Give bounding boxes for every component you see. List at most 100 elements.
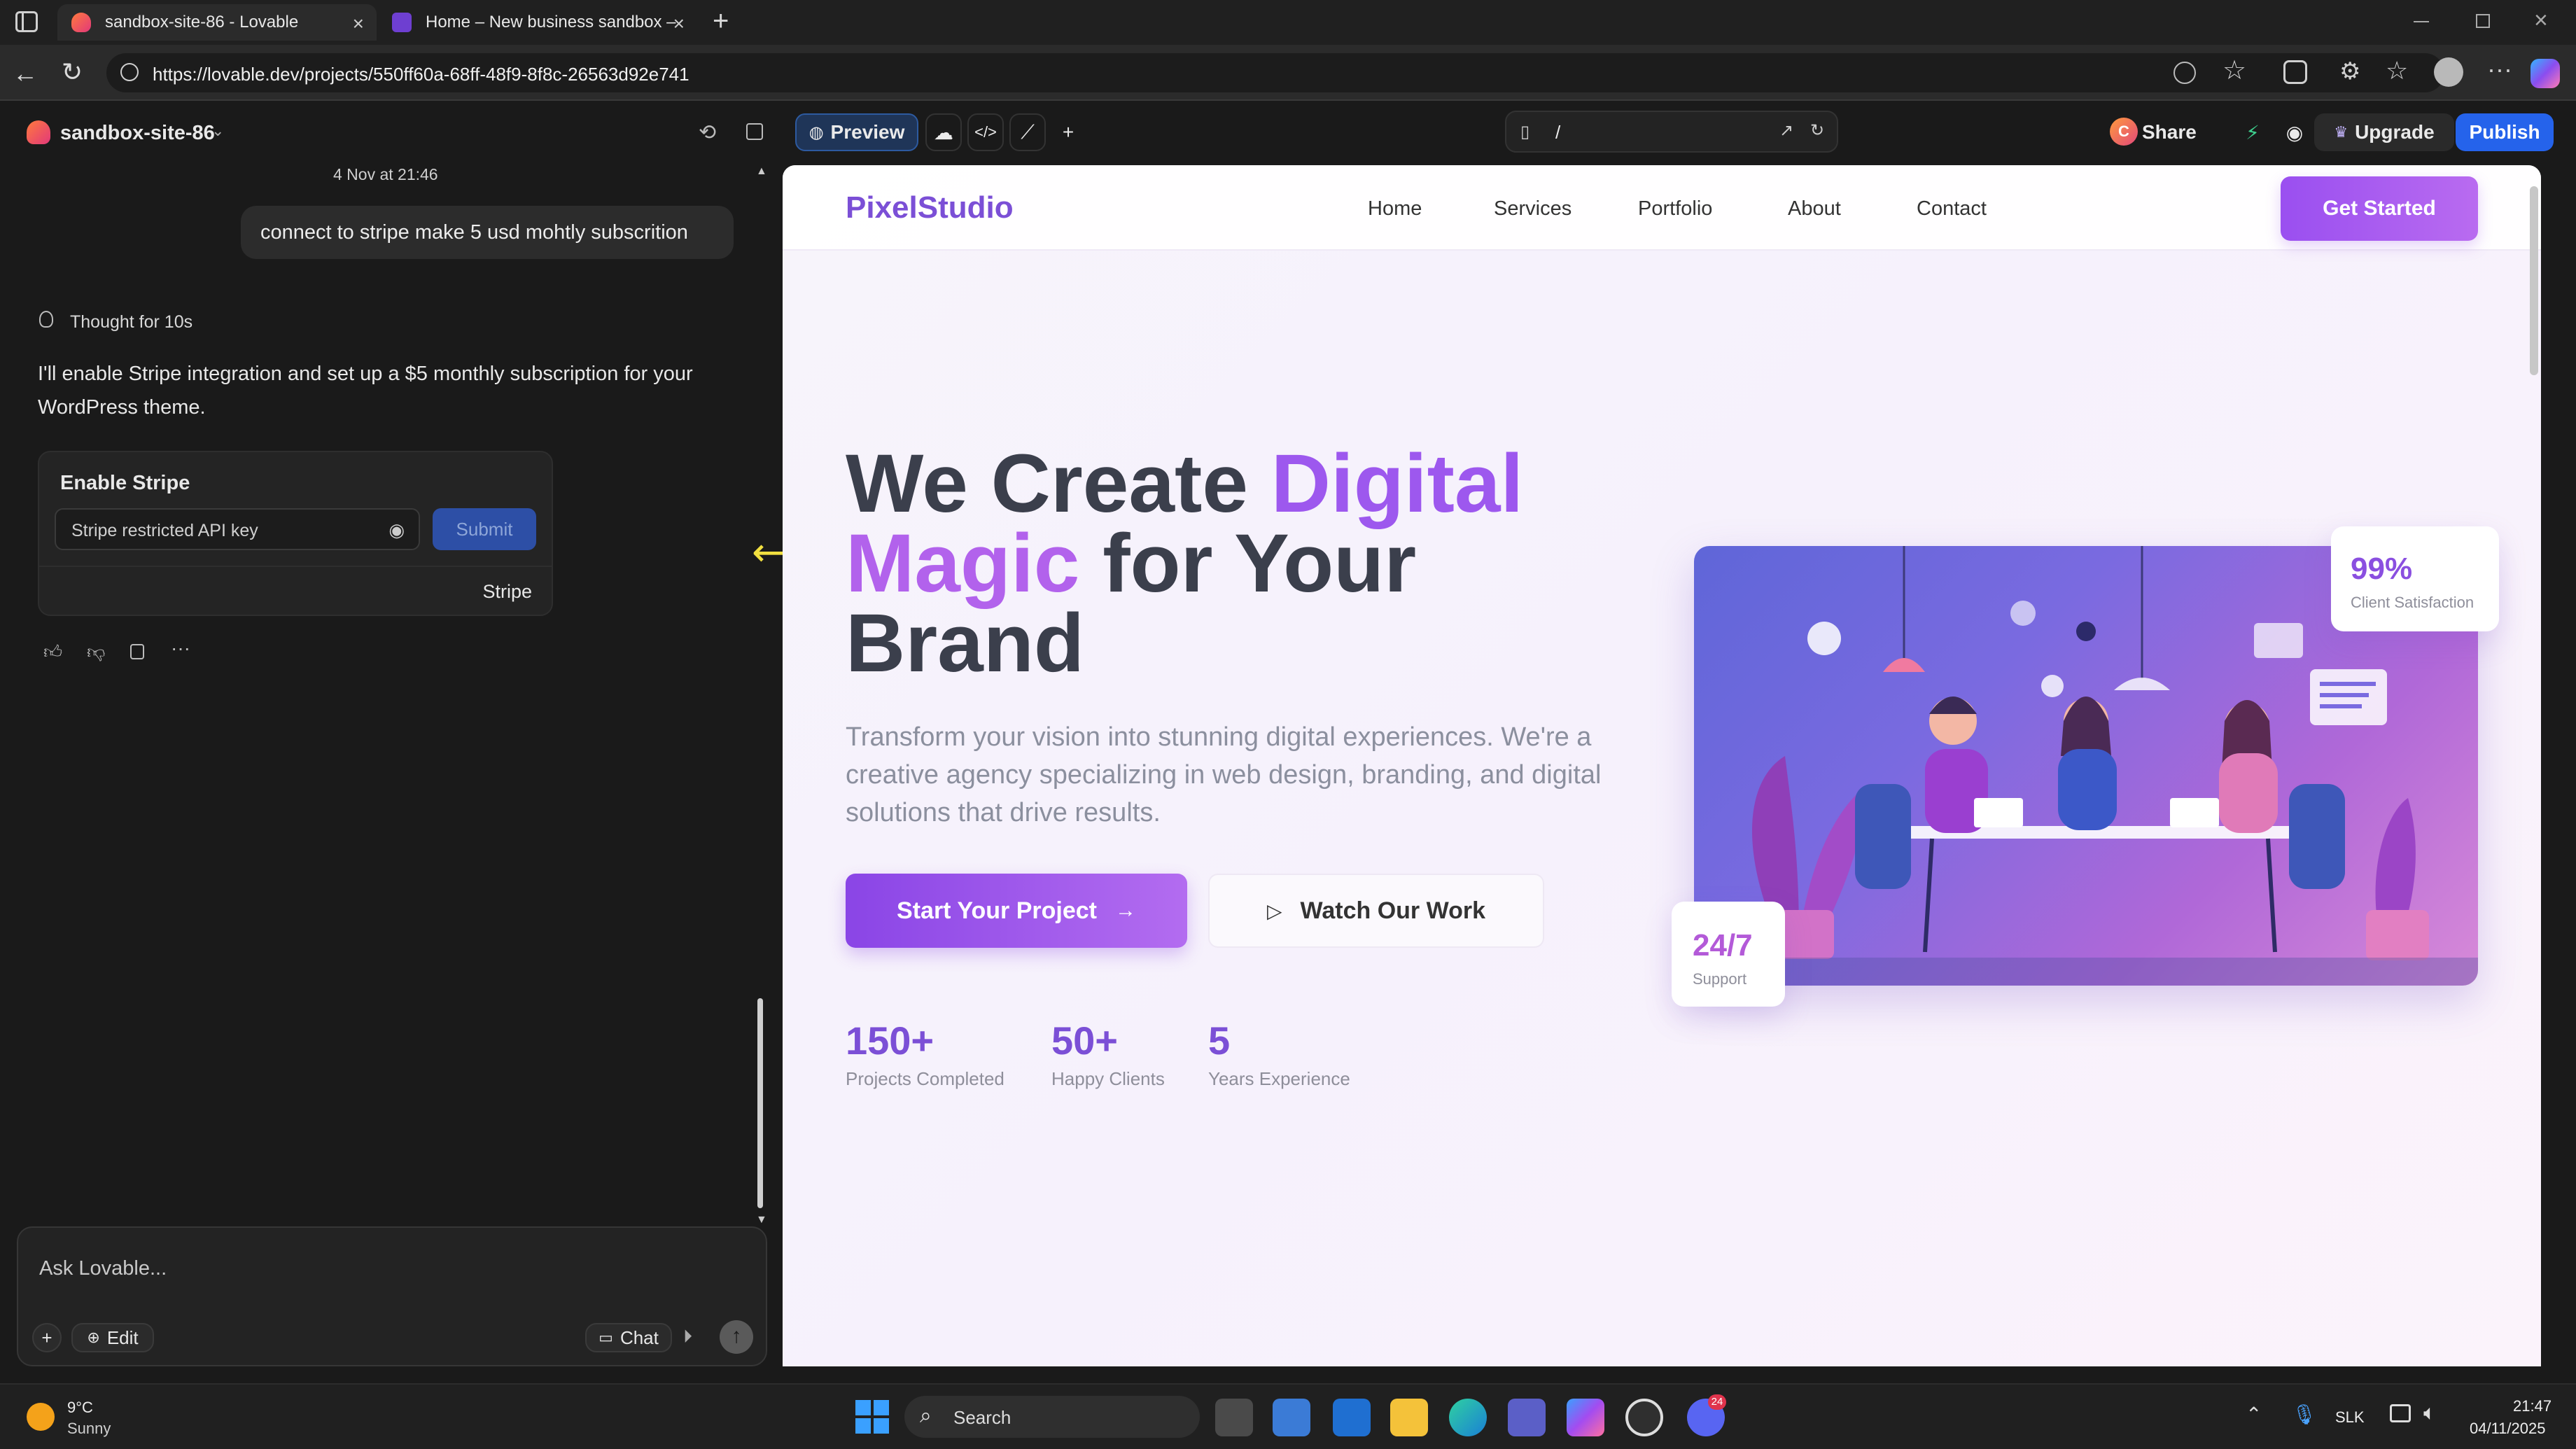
sidebar-toggle-icon[interactable] [746,123,763,140]
submit-button[interactable]: Submit [433,508,536,550]
stat-years-value: 5 [1208,1018,1231,1063]
voice-icon[interactable]: ⏵ [683,1326,692,1348]
project-name[interactable]: sandbox-site-86 [60,122,215,145]
close-icon[interactable]: × [673,13,685,35]
tab-wordpress[interactable]: Home – New business sandbox – × [378,4,697,41]
url-field[interactable]: https://lovable.dev/projects/550ff60a-68… [106,53,2444,92]
open-external-icon[interactable]: ↗ [1779,120,1793,141]
supabase-icon[interactable]: ⚡ [2237,113,2268,151]
route-bar[interactable]: ▯ / ↗ ↻ [1505,111,1838,153]
chat-scrollbar[interactable] [757,998,763,1208]
github-icon[interactable]: ◉ [2279,113,2310,151]
watch-work-button[interactable]: ▷ Watch Our Work [1208,874,1544,948]
chrome-icon[interactable] [1625,1399,1663,1436]
task-view-icon[interactable] [1215,1399,1253,1436]
add-view-icon[interactable]: + [1054,113,1082,151]
weather-desc[interactable]: Sunny [67,1420,111,1438]
site-logo[interactable]: PixelStudio [846,190,1014,225]
close-icon[interactable]: × [353,13,364,35]
favorite-star-icon[interactable]: ☆ [2222,55,2246,86]
nav-about[interactable]: About [1788,197,1841,220]
route-path: / [1555,122,1561,143]
profile-avatar[interactable] [2434,57,2463,87]
store-icon[interactable] [1273,1399,1310,1436]
more-icon[interactable]: ··· [171,637,190,659]
new-tab-icon[interactable]: + [713,6,729,37]
nav-portfolio[interactable]: Portfolio [1638,197,1712,220]
weather-temp[interactable]: 9°C [67,1399,93,1417]
tab-lovable[interactable]: sandbox-site-86 - Lovable × [57,4,377,41]
share-button[interactable]: Share [2142,113,2197,151]
publish-button[interactable]: Publish [2456,113,2554,151]
chevron-down-icon[interactable]: ⌄ [211,122,224,140]
reload-icon[interactable]: ↻ [62,57,83,87]
volume-icon[interactable]: 🔈︎ [2423,1401,2436,1425]
nav-home[interactable]: Home [1368,197,1422,220]
restore-icon[interactable] [2476,14,2490,28]
weather-sun-icon[interactable] [27,1403,55,1431]
tab-actions-icon[interactable] [15,11,38,32]
code-icon[interactable]: </> [967,113,1004,151]
scroll-up-arrow[interactable]: ▲ [756,165,767,178]
thumbs-down-icon[interactable]: 👎︎ [87,641,105,663]
thought-label[interactable]: Thought for 10s [70,312,192,332]
chevron-up-icon[interactable]: ⌃ [2246,1403,2262,1426]
scroll-down-arrow[interactable]: ▼ [756,1214,767,1226]
window-close-icon[interactable]: × [2534,7,2548,34]
search-icon: ⌕ [920,1404,932,1427]
lovable-favicon-icon [71,13,91,32]
device-icon[interactable]: ▯ [1520,122,1530,142]
crown-icon: ♛ [2334,123,2348,141]
clock-date[interactable]: 04/11/2025 [2470,1420,2545,1438]
m365-icon[interactable] [1567,1399,1604,1436]
more-menu-icon[interactable]: ··· [2487,55,2512,84]
composer: Ask Lovable... + ⊕ Edit ▭ Chat ⏵ ↑ [17,1226,767,1366]
extension-puzzle-icon[interactable]: ⚙ [2339,57,2360,85]
minimize-icon[interactable] [2414,21,2429,22]
clock-time[interactable]: 21:47 [2513,1397,2552,1415]
start-button[interactable] [855,1400,889,1434]
thumbs-up-icon[interactable]: 👍︎ [43,641,62,663]
site-info-icon[interactable] [120,63,139,81]
microphone-icon[interactable]: 🎙︎ [2292,1403,2317,1426]
reader-icon[interactable] [2174,62,2196,84]
stripe-key-input[interactable]: Stripe restricted API key ◉ [55,508,420,550]
outlook-icon[interactable] [1333,1399,1371,1436]
chat-mode-button[interactable]: ▭ Chat [585,1323,672,1352]
edge-icon[interactable] [1449,1399,1487,1436]
eye-icon[interactable]: ◉ [388,519,405,541]
start-project-button[interactable]: Start Your Project → [846,874,1187,948]
network-icon[interactable] [2390,1404,2411,1422]
language-indicator[interactable]: SLK [2335,1408,2365,1427]
file-explorer-icon[interactable] [1390,1399,1428,1436]
preview-tab-button[interactable]: ◍ Preview [795,113,918,151]
nav-contact[interactable]: Contact [1917,197,1987,220]
preview-label: Preview [830,121,905,143]
nav-services[interactable]: Services [1494,197,1572,220]
preview-scrollbar[interactable] [2530,186,2538,375]
taskbar-search[interactable]: ⌕ Search [904,1396,1200,1438]
browser-tab-bar: sandbox-site-86 - Lovable × Home – New b… [0,0,2576,45]
back-icon[interactable]: ← [13,59,38,88]
add-attachment-button[interactable]: + [32,1323,62,1352]
refresh-icon[interactable]: ↻ [1810,120,1824,141]
copy-icon[interactable] [130,644,144,659]
composer-input[interactable]: Ask Lovable... [39,1257,167,1280]
extensions-icon[interactable] [2283,60,2307,84]
collections-icon[interactable]: ☆ [2386,56,2408,85]
cloud-icon[interactable]: ☁ [925,113,962,151]
chat-bubble-icon: ▭ [598,1329,613,1346]
history-icon[interactable]: ⟲ [699,120,716,145]
teams-icon[interactable] [1508,1399,1546,1436]
edit-button[interactable]: ⊕ Edit [71,1323,154,1352]
globe-icon: ◍ [808,122,824,142]
lovable-app: sandbox-site-86 ⌄ ⟲ 4 Nov at 21:46 ▲ con… [0,101,2576,1383]
send-button[interactable]: ↑ [720,1320,753,1354]
discord-icon[interactable]: 24 [1687,1394,1726,1436]
analytics-icon[interactable]: ⟋ [1009,113,1046,151]
get-started-button[interactable]: Get Started [2281,176,2478,241]
play-icon: ▷ [1266,899,1282,922]
copilot-icon[interactable] [2530,59,2560,88]
support-value: 24/7 [1693,928,1753,962]
upgrade-button[interactable]: ♛ Upgrade [2314,113,2454,151]
